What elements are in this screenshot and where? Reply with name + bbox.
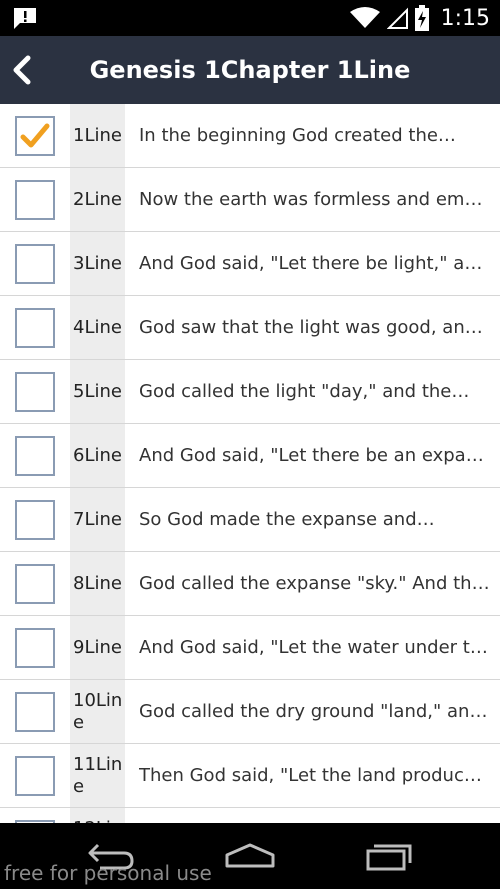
status-time: 1:15 [440,5,490,31]
page-title: Genesis 1Chapter 1Line [89,56,411,84]
verse-row[interactable]: 5Line God called the light "day," and th… [0,360,500,424]
verse-row[interactable]: 6Line And God said, "Let there be an exp… [0,424,500,488]
verse-checkbox[interactable] [15,627,55,668]
checkmark-icon [20,123,50,147]
watermark-text: free for personal use [4,861,212,885]
verse-row[interactable]: 10Line God called the dry ground "land,"… [0,680,500,744]
verse-text: So God made the expanse and… [139,509,435,530]
verse-number: 2Line [70,168,125,231]
verse-checkbox[interactable] [15,371,55,412]
verse-text: Now the earth was formless and empt… [139,189,490,210]
verse-number: 11Line [70,744,125,807]
verse-row[interactable]: 1Line In the beginning God created the… [0,104,500,168]
verse-row[interactable]: 11Line Then God said, "Let the land prod… [0,744,500,808]
verse-text: In the beginning God created the… [139,125,456,146]
verse-row[interactable]: 4Line God saw that the light was good, a… [0,296,500,360]
verse-checkbox[interactable] [15,691,55,732]
verse-row[interactable]: 9Line And God said, "Let the water under… [0,616,500,680]
verse-number: 7Line [70,488,125,551]
verse-row[interactable]: 7Line So God made the expanse and… [0,488,500,552]
verse-text: And God said, "Let the water under the… [139,637,490,658]
verse-number: 10Line [70,680,125,743]
wifi-icon [349,7,380,28]
verse-checkbox[interactable] [15,179,55,220]
verse-text: God called the light "day," and the… [139,381,470,402]
battery-icon [414,5,429,31]
verse-row[interactable]: 8Line God called the expanse "sky." And … [0,552,500,616]
verse-checkbox[interactable] [15,755,55,796]
status-bar: 1:15 [0,0,500,36]
verse-text: And God said, "Let there be light," and… [139,253,490,274]
verse-text: God called the dry ground "land," and… [139,701,490,722]
verse-checkbox[interactable] [15,307,55,348]
verse-row[interactable]: 2Line Now the earth was formless and emp… [0,168,500,232]
verse-number: 4Line [70,296,125,359]
verse-checkbox[interactable] [15,243,55,284]
verse-number: 6Line [70,424,125,487]
verse-number: 8Line [70,552,125,615]
verse-text: God called the expanse "sky." And ther… [139,573,490,594]
notification-icon [14,8,36,29]
verse-text: Then God said, "Let the land produce… [139,765,490,786]
verse-number: 1Line [70,104,125,167]
verse-checkbox[interactable] [15,563,55,604]
verse-checkbox[interactable] [15,499,55,540]
app-header: Genesis 1Chapter 1Line [0,36,500,104]
verse-number: 5Line [70,360,125,423]
recents-nav-icon[interactable] [364,841,414,871]
signal-icon [386,7,408,29]
verse-number: 12Line [70,808,125,823]
verse-list[interactable]: 1Line In the beginning God created the… … [0,104,500,823]
home-nav-icon[interactable] [224,841,276,871]
verse-row[interactable]: 12Line [0,808,500,823]
verse-text: God saw that the light was good, and … [139,317,490,338]
system-nav-bar: free for personal use [0,823,500,889]
verse-row[interactable]: 3Line And God said, "Let there be light,… [0,232,500,296]
verse-checkbox[interactable] [15,435,55,476]
verse-text: And God said, "Let there be an expans… [139,445,490,466]
verse-checkbox[interactable] [15,115,55,156]
verse-number: 3Line [70,232,125,295]
verse-number: 9Line [70,616,125,679]
